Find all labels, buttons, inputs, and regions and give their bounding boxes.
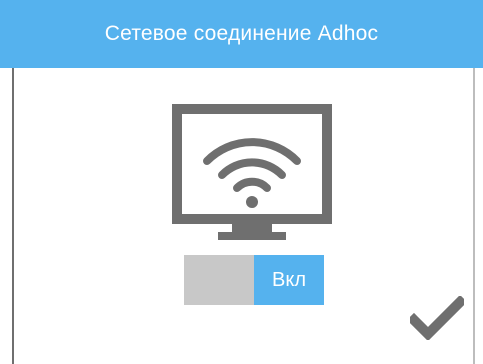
dialog-left-border	[12, 68, 14, 364]
adhoc-network-dialog: Сетевое соединение Adhoc Вкл	[0, 0, 483, 364]
dialog-right-border	[473, 68, 475, 364]
toggle-off-segment[interactable]	[184, 255, 254, 305]
monitor-stand-neck	[232, 224, 272, 232]
monitor-wifi-icon	[172, 104, 332, 240]
monitor-stand-base	[218, 232, 286, 240]
toggle-state-label: Вкл	[272, 268, 306, 291]
adhoc-toggle-switch[interactable]: Вкл	[184, 255, 324, 305]
dialog-title: Сетевое соединение Adhoc	[104, 22, 379, 45]
wifi-dot	[246, 196, 258, 208]
toggle-on-segment[interactable]: Вкл	[254, 255, 324, 305]
wifi-icon	[203, 138, 301, 192]
checkmark-icon[interactable]	[410, 296, 464, 340]
dialog-titlebar: Сетевое соединение Adhoc	[0, 0, 483, 68]
